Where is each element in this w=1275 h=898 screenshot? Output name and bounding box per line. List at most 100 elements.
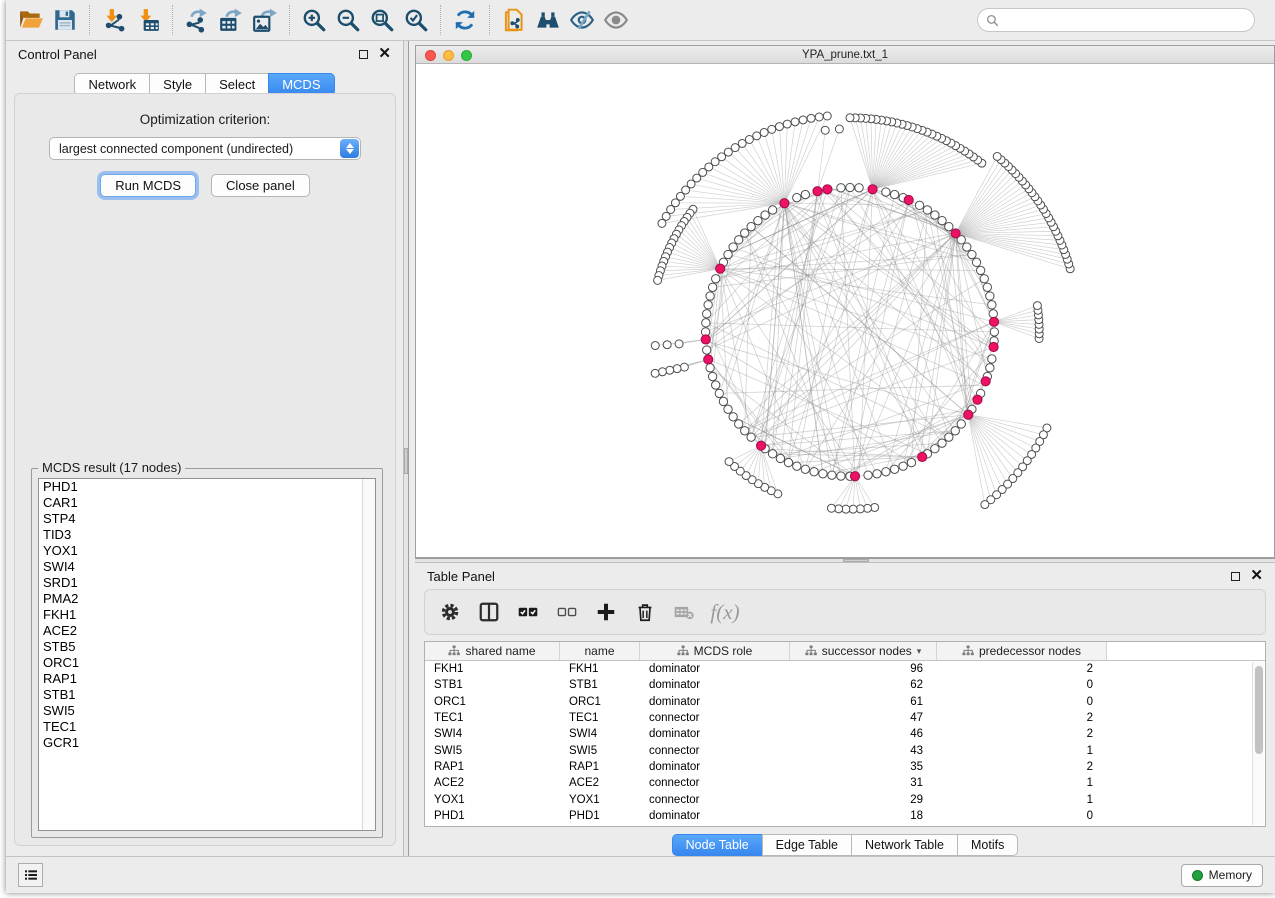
zoom-fit-button[interactable] bbox=[365, 4, 399, 36]
eye-icon bbox=[603, 7, 629, 33]
open-file-button[interactable] bbox=[14, 4, 48, 36]
float-panel-icon[interactable] bbox=[1231, 572, 1240, 581]
apply-layout-button[interactable] bbox=[448, 4, 482, 36]
zoom-in-icon bbox=[301, 7, 327, 33]
new-network-from-file-button[interactable] bbox=[497, 4, 531, 36]
table-cell: YOX1 bbox=[560, 794, 640, 806]
table-row[interactable]: SWI5SWI5connector431 bbox=[425, 742, 1265, 758]
import-network-icon bbox=[101, 7, 127, 33]
delete-column-button[interactable] bbox=[630, 597, 660, 627]
export-network-button[interactable] bbox=[180, 4, 214, 36]
table-row[interactable]: PHD1PHD1dominator180 bbox=[425, 808, 1265, 824]
table-row[interactable]: STB1STB1dominator620 bbox=[425, 677, 1265, 693]
table-cell: 1 bbox=[937, 777, 1107, 789]
mcds-result-item[interactable]: STB5 bbox=[39, 639, 375, 655]
close-panel-icon[interactable]: ✕ bbox=[1250, 571, 1263, 581]
mcds-result-item[interactable]: CAR1 bbox=[39, 495, 375, 511]
mcds-result-item[interactable]: ORC1 bbox=[39, 655, 375, 671]
delete-table-icon bbox=[673, 601, 695, 623]
mcds-result-item[interactable]: TID3 bbox=[39, 527, 375, 543]
select-all-button[interactable] bbox=[513, 597, 543, 627]
table-cell: PHD1 bbox=[560, 810, 640, 822]
mcds-result-item[interactable]: STP4 bbox=[39, 511, 375, 527]
close-panel-button[interactable]: Close panel bbox=[211, 174, 310, 197]
task-list-icon bbox=[23, 867, 39, 883]
close-window-icon[interactable] bbox=[425, 50, 436, 61]
splitter-grip[interactable] bbox=[843, 559, 869, 562]
add-column-button[interactable] bbox=[591, 597, 621, 627]
column-header-shared-name[interactable]: shared name bbox=[425, 642, 560, 660]
select-stepper-icon bbox=[340, 139, 359, 158]
save-session-button[interactable] bbox=[48, 4, 82, 36]
table-row[interactable]: FKH1FKH1dominator962 bbox=[425, 661, 1265, 677]
table-panel-title: Table Panel bbox=[427, 569, 495, 584]
destroy-table-button[interactable] bbox=[669, 597, 699, 627]
maximize-window-icon[interactable] bbox=[461, 50, 472, 61]
table-cell: 47 bbox=[790, 712, 937, 724]
tab-motifs[interactable]: Motifs bbox=[957, 834, 1018, 856]
toggle-graphics-details-button[interactable] bbox=[565, 4, 599, 36]
table-row[interactable]: SWI4SWI4dominator462 bbox=[425, 726, 1265, 742]
criterion-selected-value: largest connected component (undirected) bbox=[59, 142, 293, 156]
tab-node-table[interactable]: Node Table bbox=[672, 834, 762, 856]
mcds-list-scrollbar[interactable] bbox=[362, 479, 375, 830]
mcds-result-item[interactable]: SRD1 bbox=[39, 575, 375, 591]
export-table-button[interactable] bbox=[214, 4, 248, 36]
close-panel-icon[interactable]: ✕ bbox=[378, 49, 391, 59]
column-header-predecessor-nodes[interactable]: predecessor nodes bbox=[937, 642, 1107, 660]
table-cell: FKH1 bbox=[560, 663, 640, 675]
mcds-result-item[interactable]: SWI4 bbox=[39, 559, 375, 575]
column-header-successor-nodes[interactable]: successor nodes▾ bbox=[790, 642, 937, 660]
mcds-result-item[interactable]: RAP1 bbox=[39, 671, 375, 687]
mcds-result-item[interactable]: PMA2 bbox=[39, 591, 375, 607]
show-task-history-button[interactable] bbox=[18, 863, 43, 887]
search-network-button[interactable] bbox=[531, 4, 565, 36]
mcds-result-item[interactable]: GCR1 bbox=[39, 735, 375, 751]
column-header-MCDS-role[interactable]: MCDS role bbox=[640, 642, 790, 660]
toolbar-separator bbox=[172, 5, 173, 35]
mcds-result-item[interactable]: FKH1 bbox=[39, 607, 375, 623]
mcds-result-item[interactable]: SWI5 bbox=[39, 703, 375, 719]
mcds-panel-body: Optimization criterion: largest connecte… bbox=[14, 93, 396, 846]
table-row[interactable]: RAP1RAP1dominator352 bbox=[425, 759, 1265, 775]
mcds-result-item[interactable]: ACE2 bbox=[39, 623, 375, 639]
minimize-window-icon[interactable] bbox=[443, 50, 454, 61]
float-panel-icon[interactable] bbox=[359, 50, 368, 59]
search-input[interactable] bbox=[1004, 13, 1246, 27]
table-settings-button[interactable] bbox=[435, 597, 465, 627]
run-mcds-button[interactable]: Run MCDS bbox=[100, 174, 196, 197]
export-image-button[interactable] bbox=[248, 4, 282, 36]
table-cell: dominator bbox=[640, 810, 790, 822]
import-table-button[interactable] bbox=[131, 4, 165, 36]
table-row[interactable]: TEC1TEC1connector472 bbox=[425, 710, 1265, 726]
table-cell: RAP1 bbox=[425, 761, 560, 773]
tab-edge-table[interactable]: Edge Table bbox=[762, 834, 851, 856]
tab-network-table[interactable]: Network Table bbox=[851, 834, 957, 856]
mcds-result-list[interactable]: PHD1CAR1STP4TID3YOX1SWI4SRD1PMA2FKH1ACE2… bbox=[38, 478, 376, 831]
criterion-select[interactable]: largest connected component (undirected) bbox=[49, 137, 361, 160]
table-scrollbar[interactable] bbox=[1252, 662, 1264, 825]
zoom-out-icon bbox=[335, 7, 361, 33]
splitter-grip[interactable] bbox=[404, 448, 408, 474]
import-network-button[interactable] bbox=[97, 4, 131, 36]
zoom-in-button[interactable] bbox=[297, 4, 331, 36]
table-row[interactable]: YOX1YOX1connector291 bbox=[425, 791, 1265, 807]
mcds-result-item[interactable]: PHD1 bbox=[39, 479, 375, 495]
mcds-result-item[interactable]: TEC1 bbox=[39, 719, 375, 735]
mcds-result-item[interactable]: YOX1 bbox=[39, 543, 375, 559]
mcds-result-item[interactable]: STB1 bbox=[39, 687, 375, 703]
show-column-panel-button[interactable] bbox=[474, 597, 504, 627]
column-header-name[interactable]: name bbox=[560, 642, 640, 660]
show-hide-button[interactable] bbox=[599, 4, 633, 36]
memory-button[interactable]: Memory bbox=[1181, 864, 1263, 887]
zoom-selected-button[interactable] bbox=[399, 4, 433, 36]
zoom-out-button[interactable] bbox=[331, 4, 365, 36]
table-row[interactable]: ACE2ACE2connector311 bbox=[425, 775, 1265, 791]
scrollbar-thumb[interactable] bbox=[1255, 666, 1263, 754]
search-field[interactable] bbox=[977, 8, 1255, 32]
network-canvas[interactable] bbox=[416, 64, 1274, 557]
table-row[interactable]: ORC1ORC1dominator610 bbox=[425, 694, 1265, 710]
network-window-titlebar[interactable]: YPA_prune.txt_1 bbox=[416, 46, 1274, 64]
deselect-all-button[interactable] bbox=[552, 597, 582, 627]
function-builder-button[interactable]: f(x) bbox=[708, 597, 738, 627]
